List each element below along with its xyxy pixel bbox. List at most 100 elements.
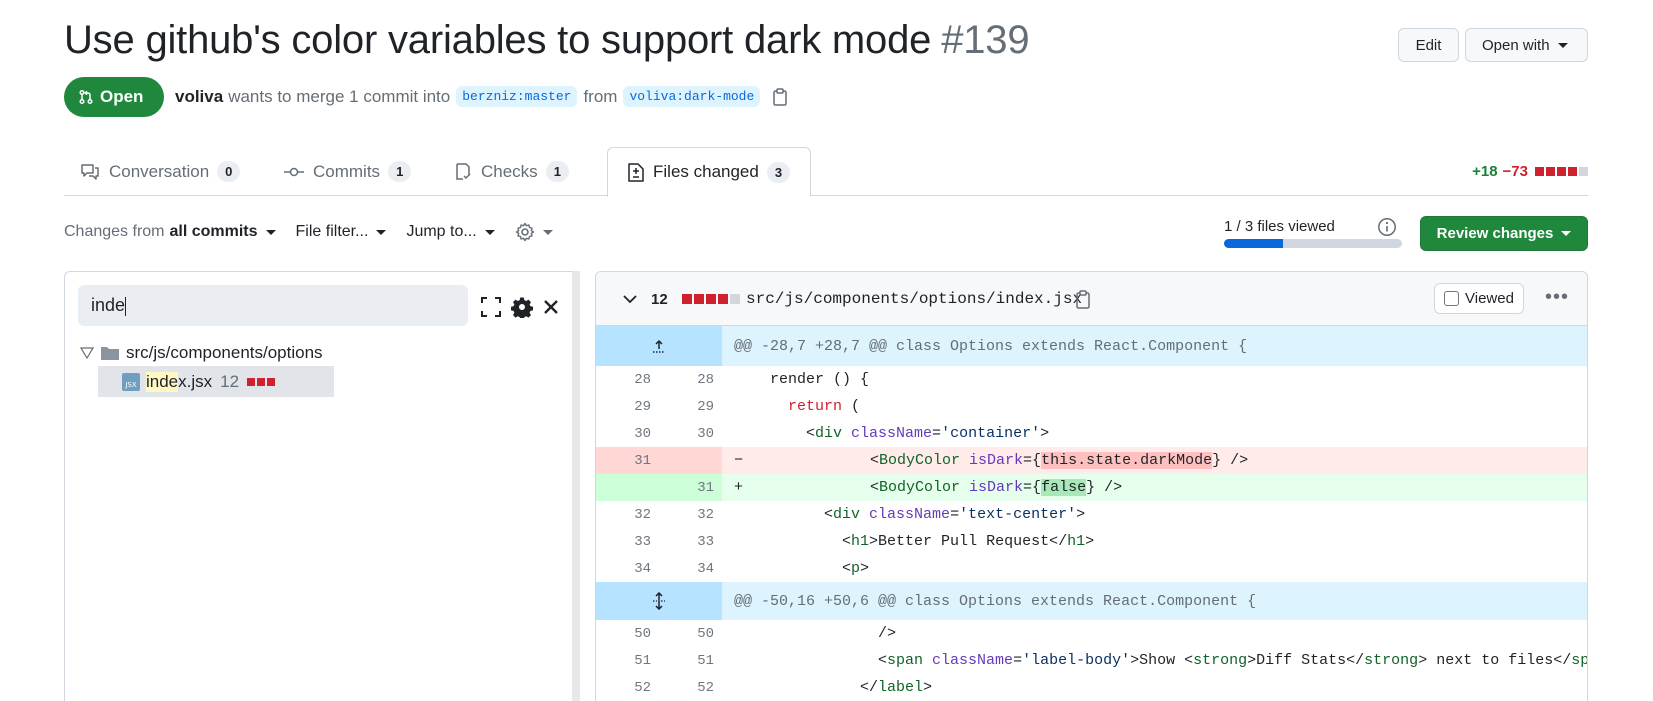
- old-line-number[interactable]: 32: [596, 501, 659, 528]
- tab-checks[interactable]: Checks 1: [454, 147, 569, 196]
- checkbox[interactable]: [1444, 291, 1459, 306]
- new-line-number[interactable]: 30: [659, 420, 722, 447]
- diff-settings-dropdown[interactable]: [515, 222, 553, 242]
- expand-all-icon[interactable]: [596, 582, 722, 620]
- code-token: <: [734, 560, 852, 577]
- code-token: className: [842, 425, 933, 442]
- code-line: < div className ='container' >: [734, 420, 1049, 447]
- tab-label: Checks: [481, 161, 538, 181]
- expand-up-icon[interactable]: [596, 326, 722, 366]
- checklist-icon: [454, 162, 472, 181]
- old-line-number[interactable]: 31: [596, 447, 659, 474]
- new-line-number[interactable]: 52: [659, 674, 722, 701]
- fullscreen-icon[interactable]: [480, 296, 502, 318]
- tab-count: 1: [545, 161, 569, 182]
- diffstat-block: [706, 294, 716, 304]
- author-link[interactable]: voliva: [175, 87, 223, 107]
- diffstat-block: [257, 377, 266, 386]
- viewed-checkbox[interactable]: Viewed: [1434, 283, 1524, 314]
- status-label: Open: [100, 87, 144, 106]
- code-token: h1: [1067, 533, 1086, 550]
- new-line-number[interactable]: 51: [659, 647, 722, 674]
- jsx-file-icon: JSX: [122, 372, 140, 391]
- diffstat-block: [682, 294, 692, 304]
- code-token: =: [932, 425, 942, 442]
- copy-icon[interactable]: [1075, 272, 1091, 326]
- code-token: =: [1013, 652, 1023, 669]
- old-line-number[interactable]: 52: [596, 674, 659, 701]
- tab-commits[interactable]: Commits 1: [284, 147, 412, 196]
- head-branch[interactable]: voliva:dark-mode: [623, 86, 761, 107]
- new-line-number[interactable]: 34: [659, 555, 722, 582]
- gear-icon[interactable]: [511, 296, 533, 318]
- code-token: >: [1085, 533, 1095, 550]
- code-token: 'label-body': [1022, 652, 1131, 669]
- code-token: strong: [1193, 652, 1248, 669]
- code-token: <: [816, 479, 880, 496]
- close-icon[interactable]: [542, 298, 560, 316]
- old-line-number[interactable]: 50: [596, 620, 659, 647]
- new-line-number[interactable]: 31: [659, 474, 722, 501]
- hunk-header: @@ -50,16 +50,6 @@ class Options extends…: [596, 582, 1587, 620]
- text-cursor: [125, 296, 127, 316]
- new-line-number[interactable]: 28: [659, 366, 722, 393]
- code-token: return: [788, 398, 843, 415]
- file-filter-dropdown[interactable]: File filter...: [296, 223, 387, 241]
- tree-folder-row[interactable]: src/js/components/options: [80, 341, 323, 365]
- kebab-horizontal-icon[interactable]: •••: [1545, 287, 1569, 307]
- edit-button[interactable]: Edit: [1398, 28, 1459, 62]
- code-token: span: [887, 652, 924, 669]
- file-path[interactable]: src/js/components/options/index.jsx: [746, 272, 1082, 326]
- new-line-number[interactable]: 33: [659, 528, 722, 555]
- from-text: from: [583, 86, 618, 106]
- file-tree-scrollbar[interactable]: [572, 271, 580, 701]
- diff-line: 52 52 </label >: [596, 674, 1587, 701]
- diffstat-block: [1557, 167, 1566, 176]
- code-line: render () {: [734, 371, 870, 388]
- info-icon[interactable]: [1377, 217, 1397, 242]
- tab-label: Conversation: [109, 161, 210, 181]
- tab-count: 1: [388, 161, 412, 182]
- old-line-number[interactable]: [596, 474, 659, 501]
- changes-from-label: Changes from: [64, 223, 165, 240]
- code-line: return (: [734, 393, 860, 420]
- diffstat-block: [1568, 167, 1577, 176]
- diffstat: +18 −73: [1472, 163, 1588, 180]
- collapse-chevron-icon[interactable]: [622, 272, 638, 326]
- old-line-number[interactable]: 29: [596, 393, 659, 420]
- old-line-number[interactable]: 34: [596, 555, 659, 582]
- diffstat-block: [1579, 167, 1588, 176]
- deletion-marker: −: [734, 452, 744, 469]
- code-token: className: [923, 652, 1014, 669]
- hunk-text: @@ -28,7 +28,7 @@ class Options extends …: [734, 337, 1248, 355]
- old-line-number[interactable]: 33: [596, 528, 659, 555]
- review-changes-button[interactable]: Review changes: [1420, 216, 1588, 251]
- new-line-number[interactable]: 29: [659, 393, 722, 420]
- changes-from-dropdown[interactable]: Changes from all commits: [64, 223, 276, 241]
- chevron-down-icon: [542, 229, 553, 235]
- new-line-number[interactable]: 32: [659, 501, 722, 528]
- open-with-button[interactable]: Open with: [1465, 28, 1588, 62]
- code-token: <: [734, 652, 888, 669]
- tree-file-row[interactable]: JSX inde x.jsx 12: [98, 366, 334, 397]
- code-token: isDark: [960, 479, 1024, 496]
- base-branch[interactable]: berzniz:master: [456, 86, 578, 107]
- diff-line: 29 29 return (: [596, 393, 1587, 420]
- new-line-number[interactable]: 50: [659, 620, 722, 647]
- code-token: ={: [1023, 479, 1042, 496]
- viewed-label: Viewed: [1465, 290, 1514, 307]
- jump-to-dropdown[interactable]: Jump to...: [406, 223, 495, 241]
- folder-icon: [101, 347, 119, 360]
- tab-conversation[interactable]: Conversation 0: [80, 147, 241, 196]
- file-tree-search-input[interactable]: inde: [78, 285, 468, 326]
- old-line-number[interactable]: 51: [596, 647, 659, 674]
- copy-icon[interactable]: [772, 87, 788, 106]
- old-line-number[interactable]: 28: [596, 366, 659, 393]
- tab-files-changed[interactable]: Files changed 3: [607, 147, 812, 197]
- files-viewed-progress: [1224, 239, 1402, 248]
- old-line-number[interactable]: 30: [596, 420, 659, 447]
- code-token: >: [860, 560, 870, 577]
- new-line-number[interactable]: [659, 447, 722, 474]
- diffstat-block: [1535, 167, 1544, 176]
